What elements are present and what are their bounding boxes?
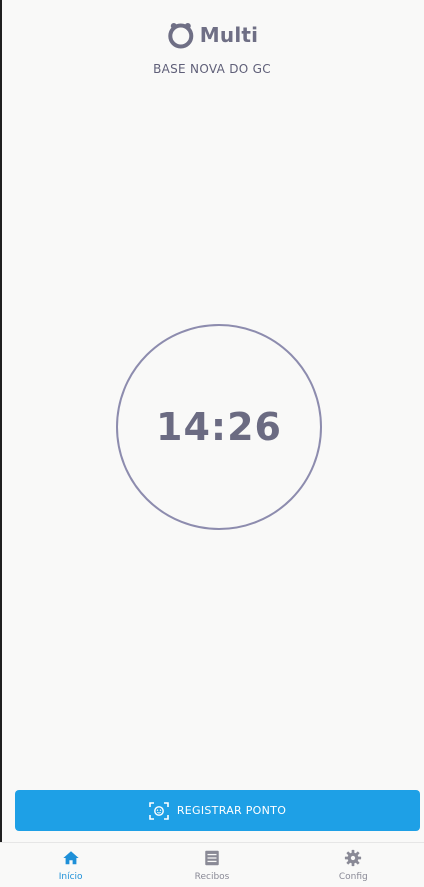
bottom-tab-bar: Início Recibos Config — [0, 842, 424, 887]
app-logo: Multi — [166, 20, 258, 50]
tab-inicio-label: Início — [58, 871, 83, 882]
tab-inicio[interactable]: Início — [0, 843, 141, 887]
clock-display: 14:26 — [116, 324, 322, 530]
register-point-button[interactable]: REGISTRAR PONTO — [15, 790, 420, 831]
receipt-icon — [205, 850, 219, 865]
gear-icon — [345, 849, 362, 866]
window-left-border — [0, 0, 2, 886]
face-scan-icon — [149, 801, 169, 820]
clock-time: 14:26 — [156, 405, 282, 449]
tab-config-label: Config — [338, 871, 368, 882]
tab-recibos-label: Recibos — [194, 871, 230, 882]
logo-text: Multi — [199, 23, 259, 47]
header: Multi BASE NOVA DO GC — [0, 0, 424, 90]
company-name: BASE NOVA DO GC — [153, 62, 271, 76]
home-icon — [63, 850, 79, 864]
register-point-label: REGISTRAR PONTO — [176, 804, 287, 817]
tab-config[interactable]: Config — [283, 843, 424, 887]
multi-logo-icon — [168, 23, 194, 49]
tab-recibos[interactable]: Recibos — [141, 843, 282, 887]
